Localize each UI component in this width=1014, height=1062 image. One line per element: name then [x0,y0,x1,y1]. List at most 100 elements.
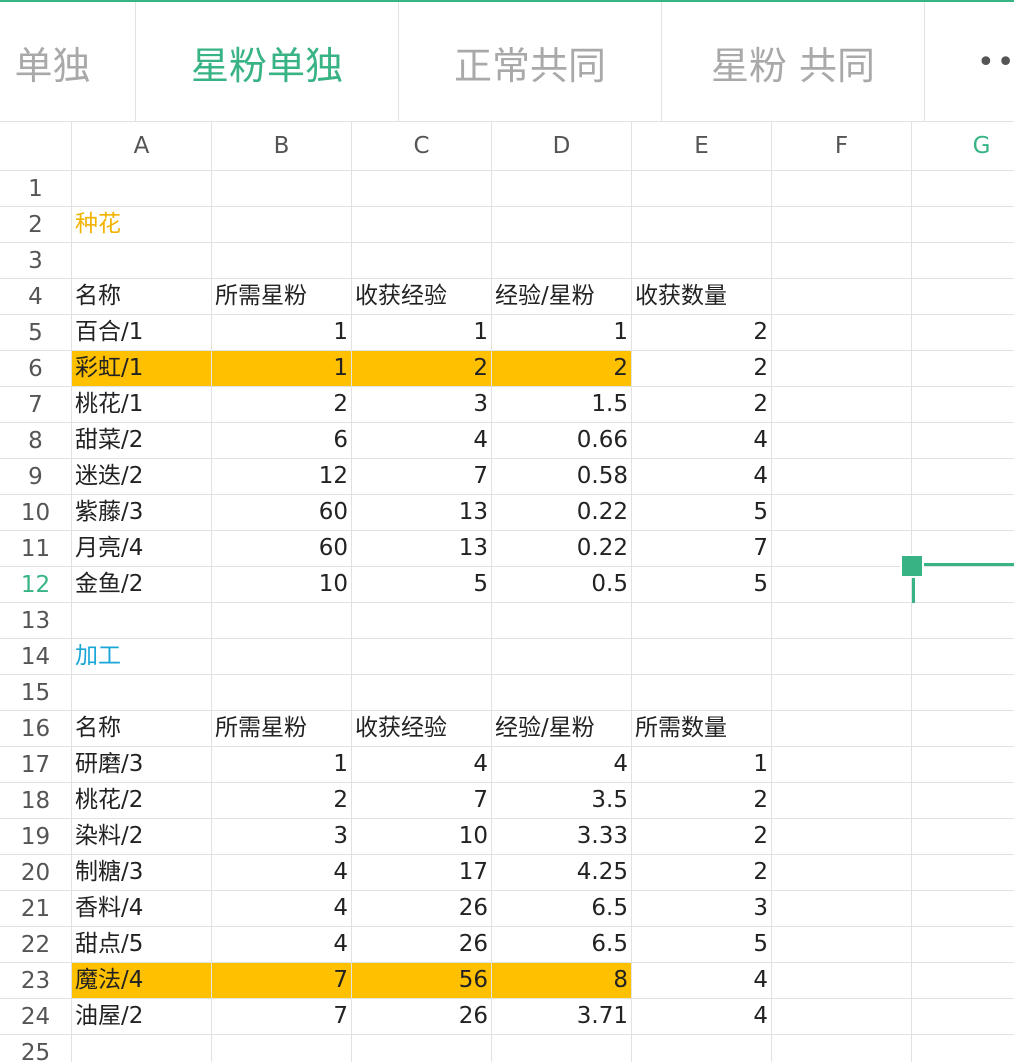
column-header[interactable]: F [772,122,912,171]
cell[interactable] [912,891,1014,927]
cell[interactable] [912,567,1014,603]
cell[interactable]: 1 [632,747,772,783]
cell[interactable] [912,1035,1014,1062]
cell[interactable]: 60 [212,531,352,567]
cell[interactable]: 3.33 [492,819,632,855]
cell[interactable] [912,459,1014,495]
row-header[interactable]: 9 [0,459,72,495]
cell[interactable] [772,747,912,783]
cell[interactable] [772,1035,912,1062]
cell[interactable]: 5 [352,567,492,603]
cell[interactable]: 10 [212,567,352,603]
cell[interactable]: 2 [632,855,772,891]
cell[interactable]: 3.5 [492,783,632,819]
cell[interactable]: 名称 [72,711,212,747]
column-header[interactable]: D [492,122,632,171]
cell[interactable] [492,639,632,675]
row-header[interactable]: 18 [0,783,72,819]
cell[interactable] [912,747,1014,783]
cell[interactable] [772,315,912,351]
cell[interactable] [772,279,912,315]
cell[interactable] [212,675,352,711]
cell[interactable]: 桃花/2 [72,783,212,819]
cell[interactable]: 60 [212,495,352,531]
cell[interactable] [772,171,912,207]
cell[interactable] [912,927,1014,963]
cell[interactable]: 13 [352,495,492,531]
cell[interactable]: 染料/2 [72,819,212,855]
row-header[interactable]: 7 [0,387,72,423]
row-header[interactable]: 6 [0,351,72,387]
row-header[interactable]: 11 [0,531,72,567]
sheet-tab[interactable]: 星粉 共同 [662,2,925,121]
cell[interactable] [632,675,772,711]
cell[interactable] [72,171,212,207]
row-header[interactable]: 3 [0,243,72,279]
row-header[interactable]: 16 [0,711,72,747]
row-header[interactable]: 25 [0,1035,72,1062]
cell[interactable]: 2 [632,315,772,351]
cell[interactable]: 2 [632,351,772,387]
cell[interactable]: 种花 [72,207,212,243]
cell[interactable] [352,639,492,675]
selection-drag-handle[interactable] [900,554,924,578]
cell[interactable] [912,531,1014,567]
cell[interactable]: 桃花/1 [72,387,212,423]
row-header[interactable]: 22 [0,927,72,963]
cell[interactable]: 56 [352,963,492,999]
cell[interactable] [772,351,912,387]
cell[interactable]: 26 [352,999,492,1035]
cell[interactable] [212,1035,352,1062]
cell[interactable] [912,423,1014,459]
cell[interactable] [352,1035,492,1062]
cell[interactable]: 研磨/3 [72,747,212,783]
cell[interactable] [632,171,772,207]
cell[interactable]: 7 [212,999,352,1035]
cell[interactable] [772,423,912,459]
cell[interactable]: 制糖/3 [72,855,212,891]
cell[interactable]: 0.22 [492,495,632,531]
cell[interactable]: 17 [352,855,492,891]
column-header[interactable]: E [632,122,772,171]
cell[interactable] [772,927,912,963]
cell[interactable]: 2 [632,783,772,819]
cell[interactable]: 4 [352,423,492,459]
cell[interactable]: 1 [212,351,352,387]
cell[interactable]: 所需星粉 [212,279,352,315]
cell[interactable] [72,243,212,279]
cell[interactable]: 2 [492,351,632,387]
cell[interactable]: 加工 [72,639,212,675]
cell[interactable]: 0.58 [492,459,632,495]
cell[interactable] [492,1035,632,1062]
cell[interactable]: 收获经验 [352,711,492,747]
cell[interactable]: 紫藤/3 [72,495,212,531]
cell[interactable] [352,171,492,207]
row-header[interactable]: 15 [0,675,72,711]
cell[interactable]: 5 [632,927,772,963]
cell[interactable]: 3 [212,819,352,855]
cell[interactable] [772,603,912,639]
cell[interactable] [912,279,1014,315]
cell[interactable] [912,783,1014,819]
cell[interactable]: 2 [212,783,352,819]
cell[interactable]: 名称 [72,279,212,315]
cell[interactable]: 收获数量 [632,279,772,315]
cell[interactable] [212,639,352,675]
cell[interactable]: 7 [632,531,772,567]
cell[interactable]: 1 [492,315,632,351]
cell[interactable]: 4 [632,459,772,495]
cell[interactable] [212,603,352,639]
cell[interactable] [352,603,492,639]
row-header[interactable]: 1 [0,171,72,207]
cell[interactable]: 4 [212,891,352,927]
cell[interactable]: 5 [632,495,772,531]
row-header[interactable]: 23 [0,963,72,999]
column-header[interactable]: G [912,122,1014,171]
cell[interactable]: 4 [212,855,352,891]
cell[interactable]: 2 [632,387,772,423]
cell[interactable]: 6 [212,423,352,459]
cell[interactable] [912,387,1014,423]
cell[interactable] [912,639,1014,675]
row-header[interactable]: 5 [0,315,72,351]
row-header[interactable]: 20 [0,855,72,891]
